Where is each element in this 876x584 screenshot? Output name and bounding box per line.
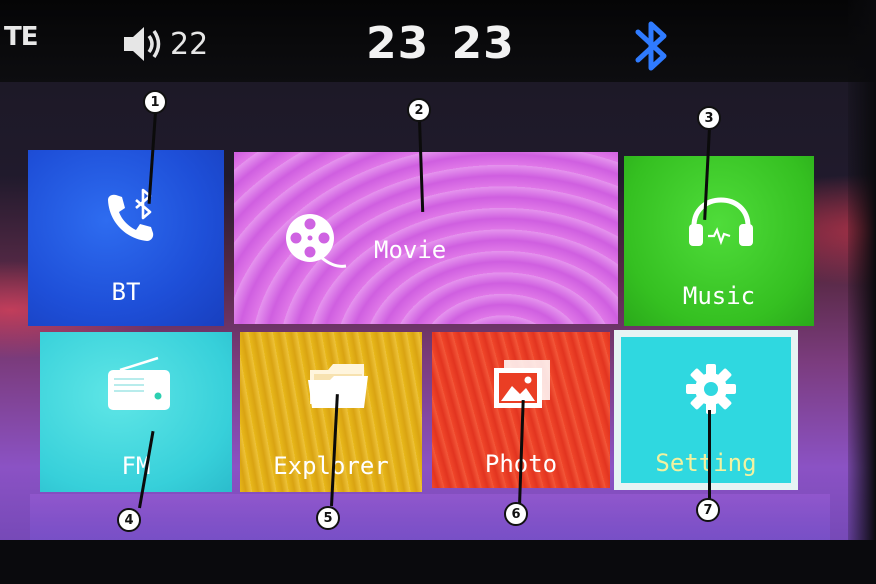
phone-bluetooth-icon <box>108 188 154 241</box>
bluetooth-icon[interactable] <box>630 16 674 76</box>
bt-tile[interactable]: BT <box>28 150 224 326</box>
volume-indicator[interactable]: 22 <box>122 22 232 66</box>
status-left-text: TE <box>4 22 38 52</box>
bezel-right <box>848 0 876 584</box>
clock: 23 23 <box>366 18 515 69</box>
status-bar: TE 22 23 23 <box>0 0 876 82</box>
callout-6: 6 <box>504 502 528 526</box>
callout-2: 2 <box>407 98 431 122</box>
setting-label: Setting <box>655 449 757 477</box>
callout-3: 3 <box>697 106 721 130</box>
callout-leader-7 <box>708 410 711 500</box>
gear-icon <box>686 364 736 414</box>
callout-5: 5 <box>316 506 340 530</box>
setting-tile[interactable]: Setting <box>614 330 798 490</box>
callout-4: 4 <box>117 508 141 532</box>
movie-tile[interactable]: Movie <box>234 152 618 324</box>
speaker-icon <box>124 27 161 61</box>
callout-7: 7 <box>696 498 720 522</box>
volume-level: 22 <box>170 26 209 62</box>
callout-1: 1 <box>143 90 167 114</box>
music-label: Music <box>682 282 756 310</box>
head-unit-screen: TE 22 23 23 BT Movie Music FM Explorer S… <box>0 0 876 584</box>
movie-label: Movie <box>374 236 447 264</box>
bt-label: BT <box>111 278 141 306</box>
fm-tile[interactable]: FM <box>40 332 232 492</box>
film-reel-icon <box>286 214 347 268</box>
headphones-icon <box>689 197 753 246</box>
radio-icon <box>108 356 170 410</box>
fm-label: FM <box>121 452 151 480</box>
bezel-bottom <box>0 540 876 584</box>
music-tile[interactable]: Music <box>624 156 814 326</box>
